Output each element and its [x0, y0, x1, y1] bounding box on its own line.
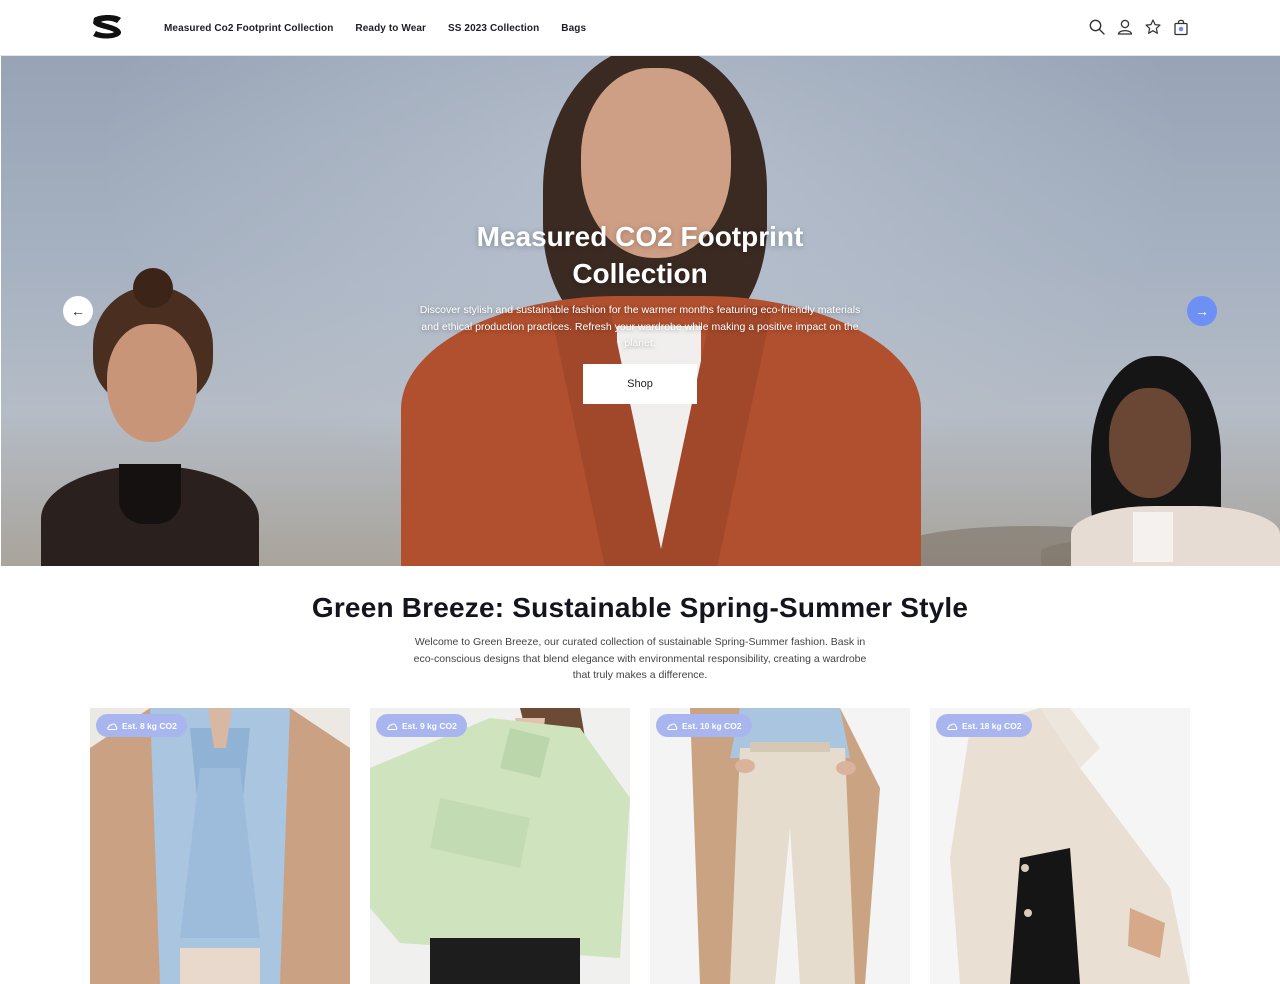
cloud-icon	[107, 723, 118, 730]
account-icon[interactable]	[1116, 18, 1134, 36]
nav-item-co2-collection[interactable]: Measured Co2 Footprint Collection	[164, 23, 333, 34]
product-grid: Est. 8 kg CO2 Est. 9 kg CO2 Est. 10 kg C…	[90, 708, 1190, 984]
hero-content: Measured CO2 Footprint Collection Discov…	[1, 56, 1280, 566]
co2-badge-label: Est. 9 kg CO2	[402, 720, 457, 731]
arrow-left-icon: ←	[71, 303, 85, 319]
hero-description: Discover stylish and sustainable fashion…	[419, 304, 861, 349]
co2-badge: Est. 8 kg CO2	[96, 714, 187, 737]
co2-badge: Est. 10 kg CO2	[656, 714, 752, 737]
co2-badge: Est. 18 kg CO2	[936, 714, 1032, 737]
co2-badge-label: Est. 18 kg CO2	[962, 720, 1022, 731]
arrow-right-icon: →	[1195, 303, 1209, 319]
product-image	[650, 708, 910, 984]
product-image	[370, 708, 630, 984]
hero-banner: Measured CO2 Footprint Collection Discov…	[1, 56, 1280, 566]
co2-badge-label: Est. 10 kg CO2	[682, 720, 742, 731]
hero-title: Measured CO2 Footprint Collection	[476, 221, 804, 289]
search-icon[interactable]	[1088, 18, 1106, 36]
brand-logo[interactable]	[90, 14, 124, 40]
product-card[interactable]: Est. 9 kg CO2	[370, 708, 630, 984]
cloud-icon	[667, 723, 678, 730]
nav-item-ready-to-wear[interactable]: Ready to Wear	[355, 23, 426, 34]
product-card[interactable]: Est. 10 kg CO2	[650, 708, 910, 984]
product-card[interactable]: Est. 8 kg CO2	[90, 708, 350, 984]
cloud-icon	[387, 723, 398, 730]
nav-item-ss-2023[interactable]: SS 2023 Collection	[448, 23, 539, 34]
carousel-next-button[interactable]: →	[1187, 296, 1217, 326]
main-nav: Measured Co2 Footprint Collection Ready …	[164, 0, 586, 56]
shop-button[interactable]: Shop	[583, 364, 697, 404]
nav-item-bags[interactable]: Bags	[561, 23, 586, 34]
cloud-icon	[947, 723, 958, 730]
section-description: Welcome to Green Breeze, our curated col…	[413, 636, 867, 681]
wishlist-icon[interactable]	[1144, 18, 1162, 36]
section-title: Green Breeze: Sustainable Spring-Summer …	[311, 592, 969, 623]
co2-badge-label: Est. 8 kg CO2	[122, 720, 177, 731]
site-header: Measured Co2 Footprint Collection Ready …	[0, 0, 1280, 56]
product-image	[90, 708, 350, 984]
header-actions	[1088, 18, 1190, 36]
cart-icon[interactable]	[1172, 18, 1190, 36]
product-card[interactable]: Est. 18 kg CO2	[930, 708, 1190, 984]
carousel-prev-button[interactable]: ←	[63, 296, 93, 326]
co2-badge: Est. 9 kg CO2	[376, 714, 467, 737]
product-image	[930, 708, 1190, 984]
